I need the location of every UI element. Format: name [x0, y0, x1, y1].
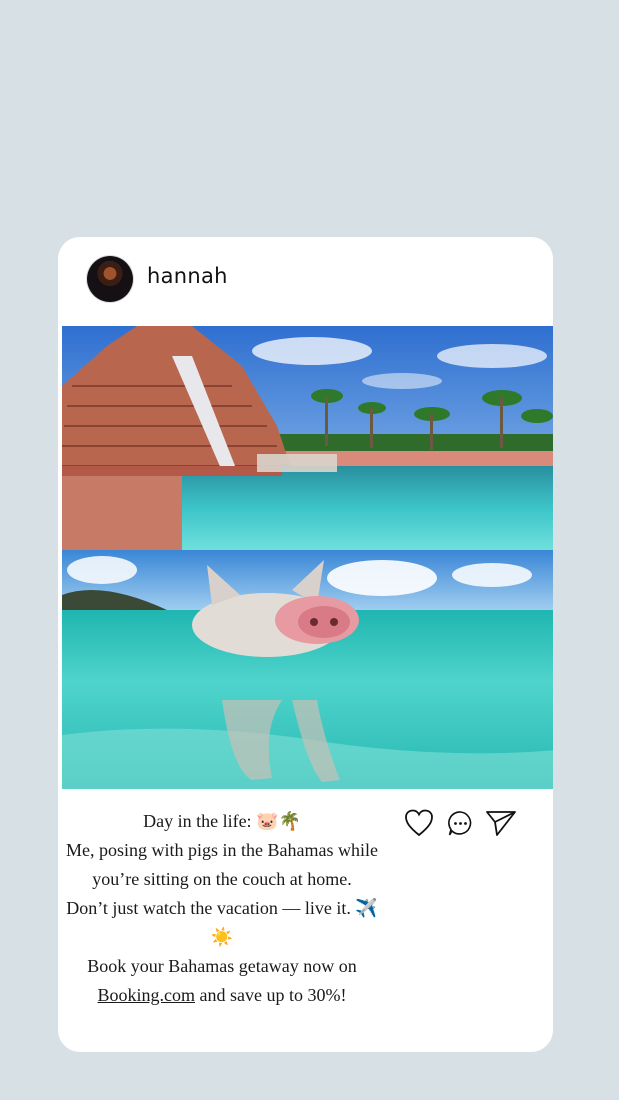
caption-line: Don’t just watch the vacation — live it.…: [66, 898, 378, 918]
avatar[interactable]: [87, 256, 133, 302]
heart-icon[interactable]: [404, 809, 434, 837]
post-caption: Day in the life: 🐷🌴 Me, posing with pigs…: [62, 807, 382, 1010]
caption-line: Book your Bahamas getaway now on: [87, 956, 357, 976]
caption-line: Day in the life: 🐷🌴: [143, 811, 301, 831]
booking-link[interactable]: Booking.com: [98, 985, 196, 1005]
caption-link-suffix: and save up to 30%!: [195, 985, 347, 1005]
like-button[interactable]: [404, 809, 434, 842]
send-icon[interactable]: [485, 810, 517, 837]
share-button[interactable]: [485, 810, 517, 842]
post-header: hannah: [58, 237, 553, 325]
post-card: hannah Day in the life: 🐷🌴 Me, posing wi…: [58, 237, 553, 1052]
post-image-swimming-pig[interactable]: [62, 550, 553, 789]
post-image-pyramid-pool[interactable]: [62, 326, 553, 550]
post-actions: [404, 809, 524, 841]
comment-button[interactable]: [447, 810, 474, 842]
caption-line-link: Booking.com and save up to 30%!: [62, 981, 382, 1010]
caption-line: you’re sitting on the couch at home.: [92, 869, 352, 889]
caption-line: ☀️: [210, 927, 234, 947]
caption-line: Me, posing with pigs in the Bahamas whil…: [66, 840, 378, 860]
username[interactable]: hannah: [147, 264, 228, 288]
comment-icon[interactable]: [447, 810, 474, 837]
